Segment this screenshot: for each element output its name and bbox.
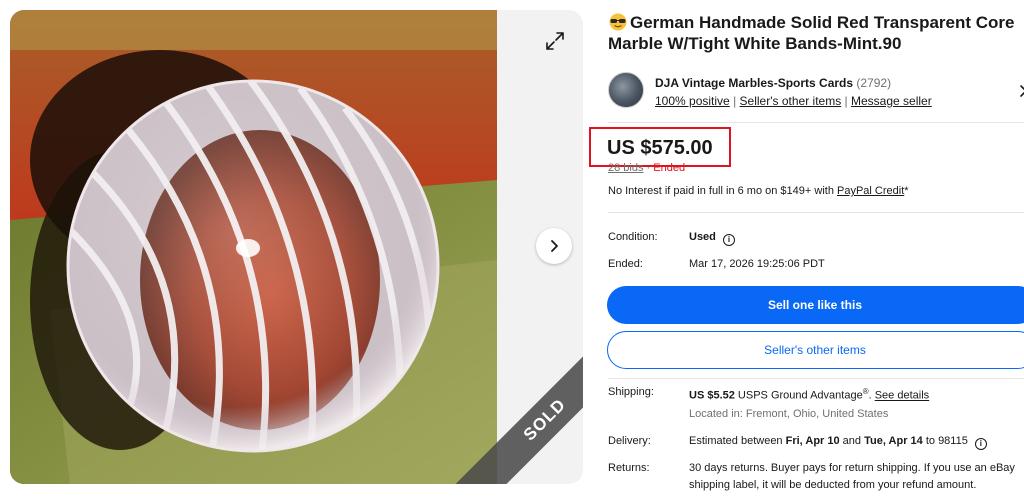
expand-icon: [546, 32, 564, 50]
ended-label: Ended:: [608, 258, 643, 270]
shipping-service: USPS Ground Advantage: [734, 389, 863, 402]
seller-name-row: DJA Vintage Marbles-Sports Cards (2792): [655, 76, 891, 90]
seller-card: DJA Vintage Marbles-Sports Cards (2792) …: [608, 72, 1024, 112]
sell-one-like-this-button[interactable]: Sell one like this: [607, 286, 1024, 324]
separator: |: [844, 94, 848, 108]
info-icon[interactable]: i: [722, 234, 735, 246]
seller-positive-link[interactable]: 100% positive: [655, 94, 730, 108]
separator: |: [733, 94, 737, 108]
delivery-estimate: Estimated between Fri, Apr 10 and Tue, A…: [689, 435, 987, 450]
message-seller-link[interactable]: Message seller: [851, 94, 932, 108]
shipping-label: Shipping:: [608, 386, 654, 398]
shipping-value: US $5.52 USPS Ground Advantage®. See det…: [689, 387, 930, 402]
returns-line-1: 30 days returns. Buyer pays for return s…: [689, 462, 1015, 474]
sunglasses-emoji-icon: [609, 13, 627, 31]
auction-status: Ended: [653, 162, 686, 174]
sold-ribbon-label: SOLD: [519, 394, 570, 445]
condition-label: Condition:: [608, 231, 658, 243]
divider: [608, 212, 1024, 213]
next-image-button[interactable]: [536, 228, 572, 264]
item-photo[interactable]: [10, 10, 497, 484]
item-title: German Handmade Solid Red Transparent Co…: [608, 12, 1024, 54]
paypal-credit-offer: No Interest if paid in full in 6 mo on $…: [608, 185, 909, 197]
credit-suffix: *: [904, 185, 909, 197]
paypal-credit-link[interactable]: PayPal Credit: [837, 185, 904, 197]
delivery-prefix: Estimated between: [689, 435, 786, 447]
delivery-start: Fri, Apr 10: [785, 435, 840, 447]
sellers-other-items-button[interactable]: Seller's other items: [607, 331, 1024, 369]
delivery-zip: to 98115: [922, 435, 968, 447]
seller-name[interactable]: DJA Vintage Marbles-Sports Cards: [655, 76, 853, 90]
credit-text: No Interest if paid in full in 6 mo on $…: [608, 185, 837, 197]
item-title-text: German Handmade Solid Red Transparent Co…: [608, 13, 1015, 53]
divider: [608, 378, 1024, 379]
info-icon[interactable]: i: [974, 438, 987, 450]
condition-value-row: Used i: [689, 231, 735, 246]
returns-line-2: shipping label, it will be deducted from…: [689, 479, 977, 491]
chevron-right-icon: [551, 240, 558, 252]
seller-links: 100% positive | Seller's other items | M…: [655, 94, 932, 108]
item-price: US $575.00: [607, 137, 713, 159]
seller-other-items-link[interactable]: Seller's other items: [740, 94, 842, 108]
expand-image-button[interactable]: [540, 26, 570, 56]
separator-dot: ·: [643, 162, 654, 174]
shipping-cost: US $5.52: [689, 389, 735, 402]
delivery-end: Tue, Apr 14: [864, 435, 923, 447]
bids-count-link[interactable]: 28 bids: [608, 162, 643, 174]
divider: [608, 122, 1024, 123]
delivery-label: Delivery:: [608, 435, 651, 447]
chevron-right-icon[interactable]: [1018, 84, 1024, 98]
returns-label: Returns:: [608, 462, 650, 474]
condition-value: Used: [689, 231, 716, 243]
image-gallery: SOLD: [10, 10, 583, 484]
bids-status: 28 bids · Ended: [608, 162, 685, 174]
see-details-link[interactable]: See details: [875, 390, 929, 402]
ended-value: Mar 17, 2026 19:25:06 PDT: [689, 258, 825, 270]
delivery-and: and: [839, 435, 865, 447]
item-location: Located in: Fremont, Ohio, United States: [689, 408, 889, 420]
registered-mark: ®: [862, 387, 869, 396]
seller-feedback-count: (2792): [856, 76, 892, 90]
marble-photo-illustration: [10, 10, 497, 484]
seller-avatar[interactable]: [608, 72, 644, 108]
